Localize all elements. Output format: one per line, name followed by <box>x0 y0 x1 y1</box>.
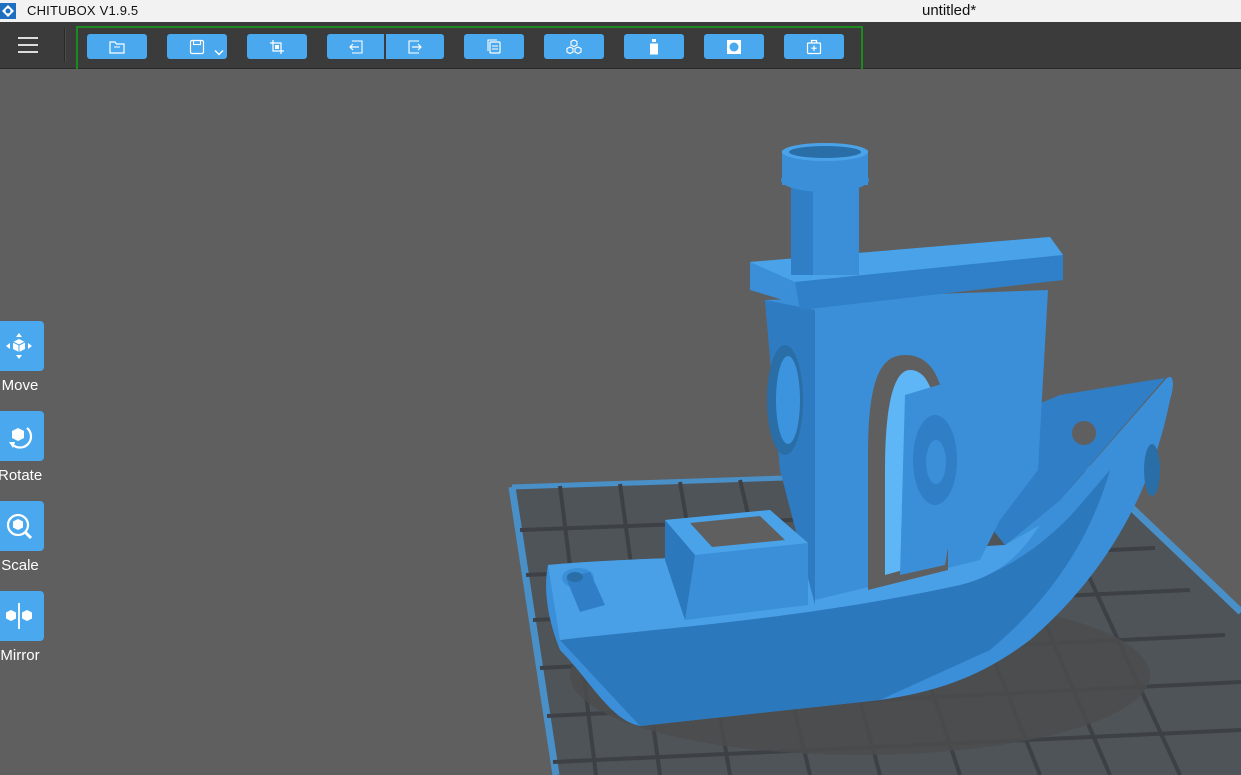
select-button[interactable] <box>247 34 307 59</box>
folder-icon <box>109 40 125 54</box>
chitubox-logo-icon <box>0 3 16 19</box>
open-file-button[interactable] <box>87 34 147 59</box>
save-disk-icon <box>189 39 205 54</box>
title-bar: CHITUBOX V1.9.5 untitled* <box>0 0 1241 22</box>
redo-arrow-icon <box>408 39 422 54</box>
rotate-tool-label: Rotate <box>0 467 43 484</box>
resin-button[interactable] <box>624 34 684 59</box>
support-button[interactable] <box>784 34 844 59</box>
save-file-button[interactable] <box>167 34 227 59</box>
hamburger-menu-icon[interactable] <box>16 34 40 56</box>
support-kit-icon <box>806 39 822 54</box>
mirror-tool-label: Mirror <box>0 647 40 664</box>
copy-button[interactable] <box>464 34 524 59</box>
arrange-button[interactable] <box>544 34 604 59</box>
hollow-button[interactable] <box>704 34 764 59</box>
chevron-down-icon[interactable] <box>214 50 224 57</box>
copy-layers-icon <box>487 38 501 54</box>
toolbar-divider <box>64 28 66 62</box>
move-tool-label: Move <box>1 377 39 394</box>
cubes-arrange-icon <box>566 38 582 54</box>
rotate-icon <box>9 427 33 449</box>
undo-arrow-icon <box>348 39 363 54</box>
undo-button[interactable] <box>327 34 384 59</box>
app-name: CHITUBOX V1.9.5 <box>27 3 139 18</box>
resin-bottle-icon <box>650 38 658 54</box>
scale-icon <box>6 513 33 540</box>
mirror-icon <box>6 603 32 629</box>
scale-tool-label: Scale <box>1 557 39 574</box>
redo-button[interactable] <box>386 34 444 59</box>
3d-viewport[interactable]: Move Rotate Scale Mirror <box>0 69 1241 775</box>
hollow-square-icon <box>727 39 741 54</box>
move-icon <box>6 333 32 359</box>
crop-select-icon <box>270 39 284 54</box>
scene-canvas <box>508 143 1241 775</box>
document-title: untitled* <box>922 2 977 19</box>
